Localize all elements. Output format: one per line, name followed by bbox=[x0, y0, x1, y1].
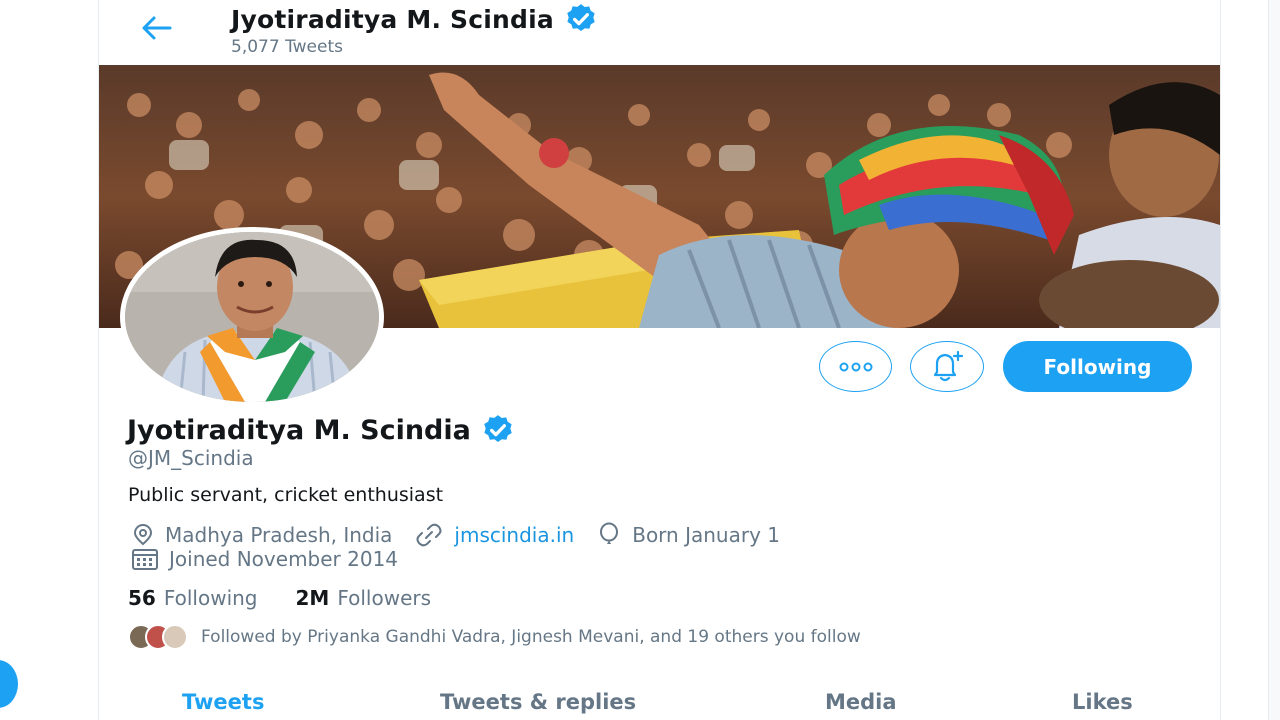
right-sidebar-edge bbox=[1268, 0, 1280, 720]
back-button[interactable] bbox=[138, 12, 174, 44]
birthday-text: Born January 1 bbox=[632, 523, 780, 547]
tweet-count: 5,077 Tweets bbox=[231, 37, 343, 57]
location-text: Madhya Pradesh, India bbox=[165, 523, 393, 547]
more-options-button[interactable] bbox=[819, 341, 892, 392]
header-title: Jyotiraditya M. Scindia bbox=[231, 2, 598, 36]
profile-page: Jyotiraditya M. Scindia 5,077 Tweets Fol… bbox=[0, 0, 1280, 720]
joined-item: Joined November 2014 bbox=[131, 547, 398, 571]
mini-avatar bbox=[162, 624, 188, 650]
followers-label: Followers bbox=[337, 586, 432, 610]
notifications-button[interactable] bbox=[910, 341, 984, 392]
joined-text: Joined November 2014 bbox=[169, 547, 399, 571]
location-item: Madhya Pradesh, India bbox=[131, 523, 392, 547]
profile-avatar[interactable] bbox=[120, 227, 384, 407]
following-count: 56 bbox=[128, 586, 156, 610]
profile-tabs: Tweets Tweets & replies Media Likes bbox=[99, 686, 1220, 720]
tab-tweets-and-replies[interactable]: Tweets & replies bbox=[440, 690, 636, 714]
compose-button[interactable] bbox=[0, 660, 18, 708]
followed-by-text: Followed by Priyanka Gandhi Vadra, Jigne… bbox=[201, 627, 861, 647]
website-link[interactable]: jmscindia.in bbox=[454, 523, 574, 547]
profile-stats: 56 Following 2M Followers bbox=[128, 586, 431, 610]
calendar-icon bbox=[132, 549, 158, 570]
following-button[interactable]: Following bbox=[1003, 341, 1192, 392]
bell-plus-icon bbox=[933, 350, 964, 381]
verified-badge-icon bbox=[484, 415, 512, 443]
following-stat[interactable]: 56 Following bbox=[128, 586, 258, 610]
tab-media[interactable]: Media bbox=[825, 690, 897, 714]
location-pin-icon bbox=[133, 524, 153, 546]
followers-count: 2M bbox=[295, 586, 330, 610]
balloon-icon bbox=[600, 522, 619, 544]
website-item: jmscindia.in bbox=[414, 523, 574, 547]
link-icon bbox=[416, 523, 442, 547]
header-name: Jyotiraditya M. Scindia bbox=[231, 4, 554, 34]
verified-badge-icon bbox=[567, 4, 595, 32]
profile-meta-row-1: Madhya Pradesh, India jmscindia.in Born … bbox=[131, 522, 802, 548]
birthday-item: Born January 1 bbox=[596, 522, 780, 548]
followed-by-row[interactable]: Followed by Priyanka Gandhi Vadra, Jigne… bbox=[128, 624, 861, 650]
tab-likes[interactable]: Likes bbox=[1072, 690, 1133, 714]
profile-bio: Public servant, cricket enthusiast bbox=[128, 484, 444, 506]
followers-you-know-avatars bbox=[128, 624, 188, 650]
followers-stat[interactable]: 2M Followers bbox=[296, 586, 432, 610]
more-dots-icon bbox=[839, 362, 872, 371]
profile-name: Jyotiraditya M. Scindia bbox=[127, 414, 471, 446]
profile-handle: @JM_Scindia bbox=[128, 446, 254, 470]
tab-tweets[interactable]: Tweets bbox=[182, 690, 264, 714]
arrow-left-icon bbox=[142, 16, 172, 40]
profile-meta-row-2: Joined November 2014 bbox=[131, 547, 420, 571]
profile-name-row: Jyotiraditya M. Scindia bbox=[127, 413, 515, 447]
following-label: Following bbox=[163, 586, 258, 610]
